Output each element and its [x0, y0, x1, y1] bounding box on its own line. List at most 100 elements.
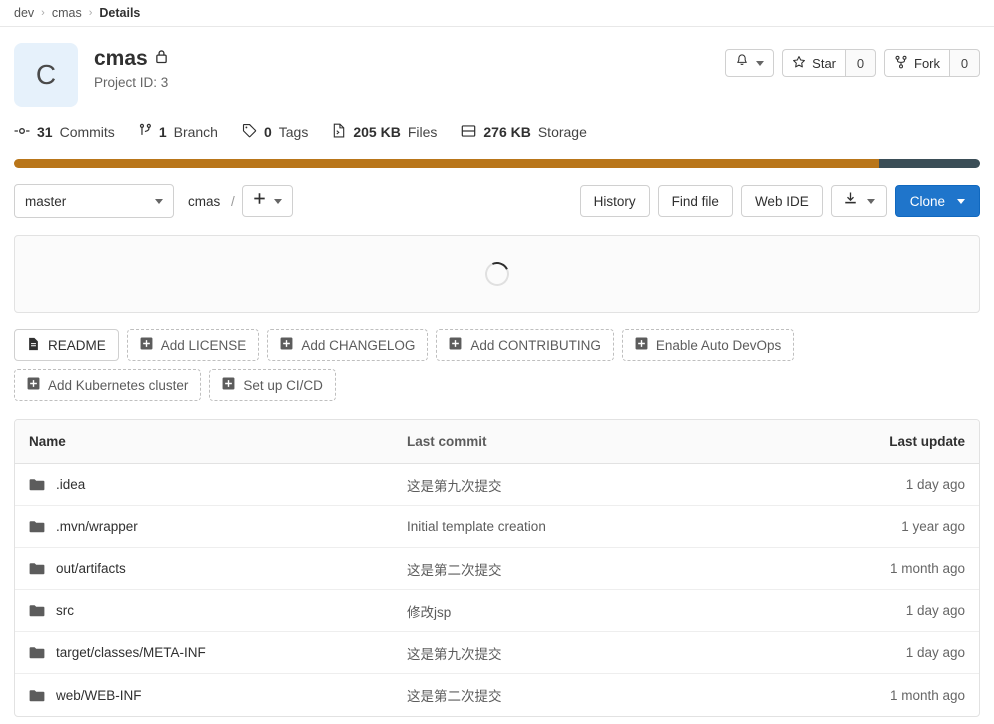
quick-action-label: Add CHANGELOG: [301, 337, 416, 353]
table-row[interactable]: .mvn/wrapper Initial template creation 1…: [15, 506, 979, 548]
loading-spinner-icon: [481, 258, 513, 290]
fork-count[interactable]: 0: [949, 49, 980, 77]
quick-action-label: Add CONTRIBUTING: [470, 337, 601, 353]
notification-dropdown-button[interactable]: [725, 49, 775, 77]
breadcrumb-path: cmas /: [188, 194, 242, 209]
quick-action-label: Add LICENSE: [160, 337, 247, 353]
star-button[interactable]: Star: [782, 49, 845, 77]
file-name-cell: out/artifacts: [15, 561, 407, 576]
breadcrumb-item-dev[interactable]: dev: [14, 6, 34, 20]
download-dropdown-button[interactable]: [830, 185, 887, 217]
branch-select-value: master: [25, 193, 67, 209]
stat-branches-value: 1: [158, 124, 167, 140]
clone-button[interactable]: Clone: [894, 185, 980, 217]
language-segment-primary[interactable]: [14, 159, 879, 168]
fork-label: Fork: [914, 55, 940, 71]
project-id-label: Project ID: 3: [94, 75, 169, 91]
last-commit-link[interactable]: 这是第二次提交: [407, 559, 799, 579]
document-icon: [27, 337, 40, 354]
last-commit-link[interactable]: 这是第九次提交: [407, 475, 799, 495]
quick-action-readme[interactable]: README: [14, 329, 119, 361]
chevron-down-icon: [155, 198, 163, 204]
chevron-down-icon: [866, 198, 875, 204]
chevron-down-icon: [273, 198, 282, 204]
file-name-link[interactable]: out/artifacts: [56, 561, 126, 576]
last-update-cell: 1 month ago: [889, 561, 965, 576]
project-stats: 31 Commits 1 Branch 0 Tags 205 KB Files …: [0, 107, 994, 141]
stat-commits-value: 31: [37, 124, 53, 140]
bell-icon: [735, 53, 749, 73]
find-file-button[interactable]: Find file: [657, 185, 733, 217]
last-commit-link[interactable]: Initial template creation: [407, 519, 799, 534]
quick-action-label: Set up CI/CD: [243, 377, 323, 393]
fork-button[interactable]: Fork: [884, 49, 949, 77]
file-name-link[interactable]: .idea: [56, 477, 85, 492]
folder-icon: [29, 562, 45, 575]
file-name-cell: target/classes/META-INF: [15, 645, 407, 660]
file-tree: Name Last commit Last update .idea 这是第九次…: [14, 419, 980, 717]
project-details-page: dev › cmas › Details C cmas Project ID: …: [0, 0, 994, 724]
table-row[interactable]: .idea 这是第九次提交 1 day ago: [15, 464, 979, 506]
column-header-name: Name: [29, 434, 66, 449]
table-row[interactable]: src 修改jsp 1 day ago: [15, 590, 979, 632]
quick-action-enable-auto-devops[interactable]: Enable Auto DevOps: [621, 329, 795, 361]
table-row[interactable]: out/artifacts 这是第二次提交 1 month ago: [15, 548, 979, 590]
web-ide-button[interactable]: Web IDE: [740, 185, 823, 217]
breadcrumb-item-details[interactable]: Details: [99, 6, 140, 20]
commit-icon: [14, 124, 30, 141]
quick-action-add-license[interactable]: Add LICENSE: [126, 329, 260, 361]
stat-commits-label: Commits: [59, 124, 115, 140]
last-commit-link[interactable]: 修改jsp: [407, 601, 799, 621]
stat-storage-label: Storage: [537, 124, 587, 140]
lock-icon: [155, 49, 168, 69]
file-name-link[interactable]: web/WEB-INF: [56, 688, 142, 703]
quick-action-set-up-ci-cd[interactable]: Set up CI/CD: [209, 369, 336, 401]
stat-branches[interactable]: 1 Branch: [139, 123, 218, 141]
plus-icon: [253, 192, 266, 210]
file-icon: [332, 123, 346, 141]
file-name-link[interactable]: target/classes/META-INF: [56, 645, 206, 660]
plus-box-icon: [27, 377, 40, 393]
tag-icon: [242, 123, 257, 141]
table-row[interactable]: web/WEB-INF 这是第二次提交 1 month ago: [15, 674, 979, 716]
page-title: cmas: [94, 47, 148, 70]
path-root[interactable]: cmas: [188, 194, 220, 209]
stat-commits[interactable]: 31 Commits: [14, 124, 115, 141]
quick-action-label: Enable Auto DevOps: [655, 337, 782, 353]
breadcrumb-item-cmas[interactable]: cmas: [52, 6, 82, 20]
star-icon: [792, 55, 806, 71]
last-update-cell: 1 day ago: [905, 477, 965, 492]
plus-box-icon: [222, 377, 235, 393]
breadcrumb: dev › cmas › Details: [0, 0, 994, 27]
quick-action-add-kubernetes-cluster[interactable]: Add Kubernetes cluster: [14, 369, 202, 401]
quick-action-add-contributing[interactable]: Add CONTRIBUTING: [436, 329, 614, 361]
history-button[interactable]: History: [579, 185, 650, 217]
chevron-down-icon: [957, 198, 965, 204]
header-actions: Star 0 Fork 0: [725, 43, 980, 77]
file-name-cell: .idea: [15, 477, 407, 492]
file-name-link[interactable]: .mvn/wrapper: [56, 519, 138, 534]
table-row[interactable]: target/classes/META-INF 这是第九次提交 1 day ag…: [15, 632, 979, 674]
last-update-cell: 1 day ago: [905, 645, 965, 660]
last-commit-link[interactable]: 这是第二次提交: [407, 685, 799, 705]
last-update-cell: 1 month ago: [889, 687, 965, 703]
file-name-link[interactable]: src: [56, 603, 74, 618]
fork-icon: [894, 55, 908, 71]
stat-files: 205 KB Files: [332, 123, 437, 141]
last-commit-link[interactable]: 这是第九次提交: [407, 643, 799, 663]
readme-loading-panel: [14, 235, 980, 313]
quick-action-add-changelog[interactable]: Add CHANGELOG: [267, 329, 429, 361]
breadcrumb-separator-icon: ›: [41, 7, 45, 19]
stat-tags[interactable]: 0 Tags: [242, 123, 308, 141]
stat-storage-value: 276 KB: [483, 124, 531, 140]
language-segment-secondary[interactable]: [878, 159, 980, 168]
download-icon: [843, 191, 858, 211]
star-control: Star 0: [782, 49, 876, 77]
stat-tags-label: Tags: [278, 124, 309, 140]
add-to-repo-dropdown[interactable]: [241, 185, 293, 217]
plus-box-icon: [635, 337, 648, 353]
star-count[interactable]: 0: [845, 49, 876, 77]
plus-box-icon: [449, 337, 462, 353]
folder-icon: [29, 646, 45, 659]
branch-select[interactable]: master: [14, 184, 174, 218]
